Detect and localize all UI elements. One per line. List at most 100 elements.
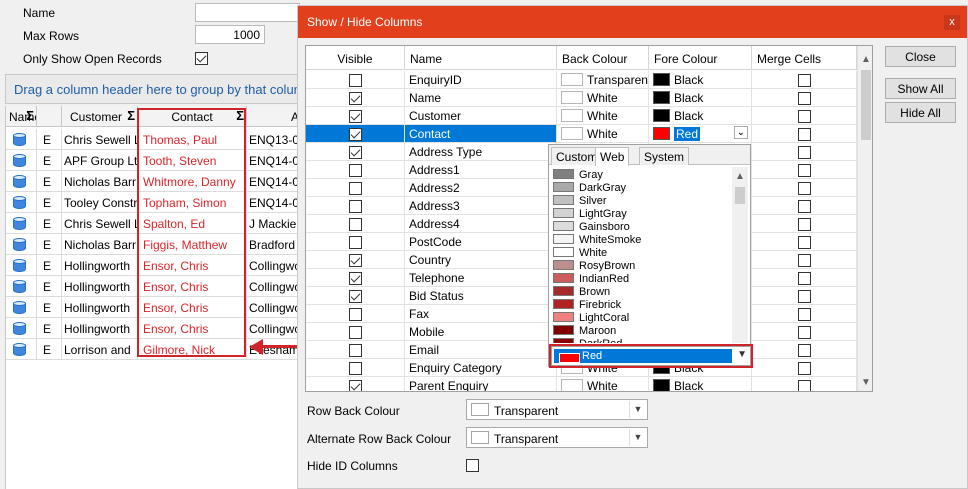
visible-checkbox[interactable]: [348, 110, 362, 124]
colour-option[interactable]: DarkGray: [553, 182, 626, 195]
customer-cell[interactable]: Nicholas Barr: [62, 171, 138, 192]
column-row[interactable]: Contact White Red ⌄: [306, 125, 857, 143]
scroll-up-icon[interactable]: ▲: [860, 54, 872, 66]
fore-colour-cell[interactable]: Red ⌄: [649, 125, 752, 143]
merge-cell[interactable]: [752, 215, 857, 233]
column-name-cell[interactable]: Address2: [405, 179, 557, 197]
scroll-up-icon[interactable]: ▲: [734, 171, 746, 182]
type-cell[interactable]: E: [37, 297, 62, 318]
type-cell[interactable]: E: [37, 255, 62, 276]
tab-system[interactable]: System: [639, 147, 690, 165]
merge-cell[interactable]: [752, 251, 857, 269]
type-cell[interactable]: E: [37, 234, 62, 255]
open-records-checkbox[interactable]: [195, 52, 208, 66]
type-cell[interactable]: E: [37, 171, 62, 192]
scrollbar-thumb[interactable]: [861, 70, 871, 140]
visible-cell[interactable]: [306, 197, 405, 215]
customer-cell[interactable]: Chris Sewell L: [62, 213, 138, 234]
show-all-button[interactable]: Show All: [885, 78, 956, 99]
chevron-down-icon[interactable]: ▼: [629, 401, 646, 418]
visible-cell[interactable]: [306, 179, 405, 197]
record-cell[interactable]: [6, 255, 37, 276]
address-cell[interactable]: J Mackie: [247, 213, 300, 234]
merge-checkbox[interactable]: [797, 290, 811, 304]
back-colour-cell[interactable]: White: [557, 89, 649, 107]
merge-checkbox[interactable]: [797, 74, 811, 88]
back-colour-cell[interactable]: White: [557, 125, 649, 143]
merge-cell[interactable]: [752, 125, 857, 143]
column-name-cell[interactable]: EnquiryID: [405, 71, 557, 89]
address-cell[interactable]: Collingwo: [247, 276, 300, 297]
customer-cell[interactable]: Tooley Constr: [62, 192, 138, 213]
columns-scrollbar[interactable]: ▲ ▼: [857, 46, 872, 391]
customer-cell[interactable]: APF Group Lt: [62, 150, 138, 171]
row-back-colour-select[interactable]: Transparent ▼: [466, 399, 648, 420]
colour-option[interactable]: IndianRed: [553, 273, 629, 286]
merge-checkbox[interactable]: [797, 236, 811, 250]
merge-checkbox[interactable]: [797, 164, 811, 178]
address-cell[interactable]: ENQ13-00: [247, 129, 300, 150]
merge-checkbox[interactable]: [797, 362, 811, 376]
merge-cell[interactable]: [752, 143, 857, 161]
close-button[interactable]: Close: [885, 46, 956, 67]
group-by-panel[interactable]: Drag a column header here to group by th…: [5, 74, 300, 104]
merge-cell[interactable]: [752, 107, 857, 125]
tab-web[interactable]: Web: [595, 147, 630, 166]
address-cell[interactable]: ENQ14-00: [247, 192, 300, 213]
column-name-cell[interactable]: Address1: [405, 161, 557, 179]
address-cell[interactable]: Collingwo: [247, 255, 300, 276]
column-name-cell[interactable]: Bid Status: [405, 287, 557, 305]
alt-row-back-colour-select[interactable]: Transparent ▼: [466, 427, 648, 448]
visible-checkbox[interactable]: [348, 290, 362, 304]
type-cell[interactable]: E: [37, 339, 62, 360]
visible-checkbox[interactable]: [348, 254, 362, 268]
visible-cell[interactable]: [306, 305, 405, 323]
visible-cell[interactable]: [306, 143, 405, 161]
merge-cell[interactable]: [752, 305, 857, 323]
merge-checkbox[interactable]: [797, 272, 811, 286]
visible-cell[interactable]: [306, 89, 405, 107]
hide-id-columns-checkbox[interactable]: [466, 459, 479, 473]
merge-checkbox[interactable]: [797, 380, 811, 391]
record-cell[interactable]: [6, 234, 37, 255]
merge-checkbox[interactable]: [797, 254, 811, 268]
close-icon[interactable]: x: [944, 15, 960, 30]
fore-colour-cell[interactable]: Black: [649, 71, 752, 89]
merge-cell[interactable]: [752, 197, 857, 215]
colour-option[interactable]: Gray: [553, 169, 603, 182]
visible-cell[interactable]: [306, 161, 405, 179]
scroll-down-icon[interactable]: ▼: [860, 377, 872, 389]
merge-checkbox[interactable]: [797, 182, 811, 196]
record-cell[interactable]: [6, 213, 37, 234]
visible-checkbox[interactable]: [348, 146, 362, 160]
merge-cell[interactable]: [752, 377, 857, 391]
colour-option[interactable]: LightGray: [553, 208, 627, 221]
address-cell[interactable]: Collingwo: [247, 297, 300, 318]
record-cell[interactable]: [6, 276, 37, 297]
column-name-cell[interactable]: Customer: [405, 107, 557, 125]
customer-cell[interactable]: Lorrison and: [62, 339, 138, 360]
visible-cell[interactable]: [306, 269, 405, 287]
visible-cell[interactable]: [306, 323, 405, 341]
merge-cell[interactable]: [752, 323, 857, 341]
type-cell[interactable]: E: [37, 150, 62, 171]
visible-cell[interactable]: [306, 233, 405, 251]
column-row[interactable]: Name White Black: [306, 89, 857, 107]
colour-option[interactable]: Maroon: [553, 325, 616, 338]
visible-cell[interactable]: [306, 251, 405, 269]
colour-option[interactable]: DarkRed: [553, 338, 622, 343]
col-header-merge-cells[interactable]: Merge Cells: [752, 46, 857, 70]
merge-cell[interactable]: [752, 341, 857, 359]
merge-cell[interactable]: [752, 179, 857, 197]
visible-checkbox[interactable]: [348, 236, 362, 250]
merge-cell[interactable]: [752, 359, 857, 377]
merge-checkbox[interactable]: [797, 146, 811, 160]
record-cell[interactable]: [6, 129, 37, 150]
column-name-cell[interactable]: Country: [405, 251, 557, 269]
name-input[interactable]: [195, 3, 300, 22]
merge-cell[interactable]: [752, 269, 857, 287]
merge-checkbox[interactable]: [797, 326, 811, 340]
address-cell[interactable]: Collingwo: [247, 318, 300, 339]
column-name-cell[interactable]: Fax: [405, 305, 557, 323]
record-cell[interactable]: [6, 297, 37, 318]
